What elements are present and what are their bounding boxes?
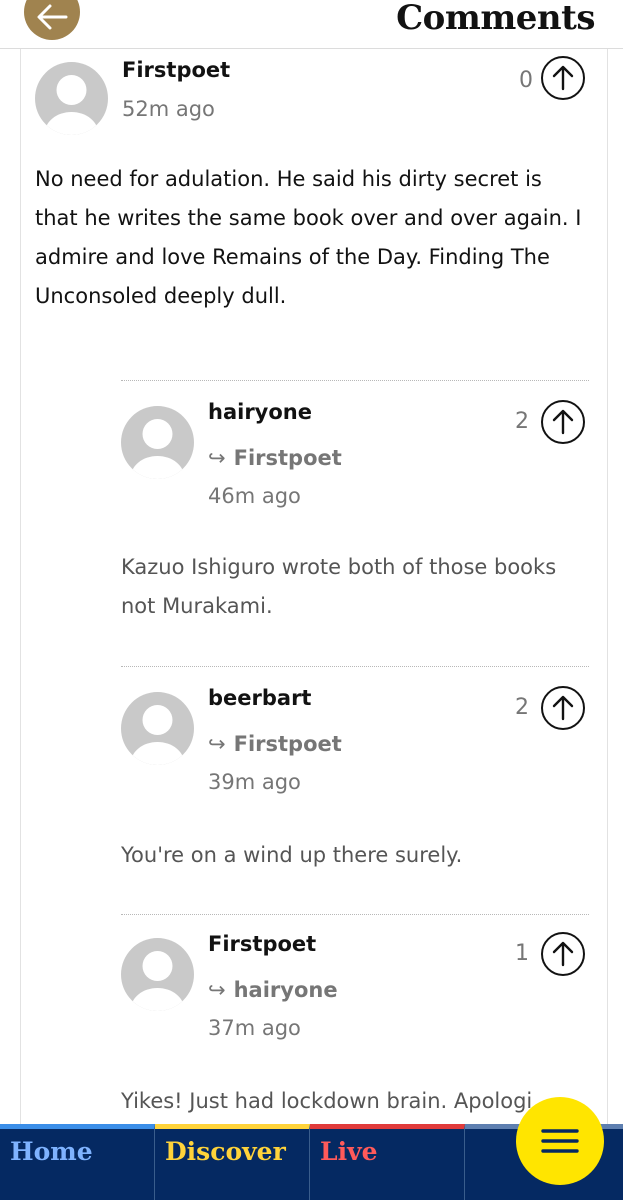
reply-to-name: Firstpoet xyxy=(233,732,342,756)
comment-divider xyxy=(121,380,589,381)
comment-divider xyxy=(121,914,589,915)
comment-timestamp[interactable]: 52m ago xyxy=(122,97,215,121)
comment-author[interactable]: Firstpoet xyxy=(208,932,316,956)
nav-discover[interactable]: Discover xyxy=(155,1124,310,1200)
recommend-button[interactable] xyxy=(541,400,585,444)
comment-body: You're on a wind up there surely. xyxy=(121,843,463,867)
reply-arrow-icon: ↪ xyxy=(208,446,226,470)
back-button[interactable] xyxy=(24,0,80,40)
recommend-button[interactable] xyxy=(541,686,585,730)
comment-timestamp[interactable]: 37m ago xyxy=(208,1016,301,1040)
comment-body: Yikes! Just had lockdown brain. Apologi xyxy=(121,1089,533,1113)
user-silhouette-icon xyxy=(130,419,185,479)
comment-body: Kazuo Ishiguro wrote both of those books… xyxy=(121,555,557,618)
top-bar: Comments xyxy=(0,0,623,49)
avatar[interactable] xyxy=(121,938,194,1011)
avatar[interactable] xyxy=(121,406,194,479)
page-title: Comments xyxy=(396,0,595,38)
recommend-count: 2 xyxy=(515,695,529,720)
arrow-up-icon xyxy=(552,941,574,967)
reply-to-name: Firstpoet xyxy=(233,446,342,470)
recommend-button[interactable] xyxy=(541,56,585,100)
hamburger-menu-icon xyxy=(541,1129,579,1153)
arrow-up-icon xyxy=(552,65,574,91)
comment-body: No need for adulation. He said his dirty… xyxy=(35,167,582,308)
reply-to-name: hairyone xyxy=(233,978,338,1002)
arrow-up-icon xyxy=(552,409,574,435)
arrow-up-icon xyxy=(552,695,574,721)
avatar[interactable] xyxy=(35,62,108,135)
reply-to-link[interactable]: ↪ hairyone xyxy=(208,978,338,1002)
comment-divider xyxy=(121,666,589,667)
avatar[interactable] xyxy=(121,692,194,765)
nav-live[interactable]: Live xyxy=(310,1124,465,1200)
user-silhouette-icon xyxy=(130,705,185,765)
menu-button[interactable] xyxy=(516,1097,604,1185)
comment-author[interactable]: hairyone xyxy=(208,400,312,424)
reply-to-link[interactable]: ↪ Firstpoet xyxy=(208,446,342,470)
comments-thread[interactable]: Firstpoet 52m ago 0 No need for adulatio… xyxy=(20,48,608,1124)
nav-home[interactable]: Home xyxy=(0,1124,155,1200)
comment-author[interactable]: beerbart xyxy=(208,686,311,710)
recommend-count: 2 xyxy=(515,409,529,434)
comment-timestamp[interactable]: 46m ago xyxy=(208,484,301,508)
comment-timestamp[interactable]: 39m ago xyxy=(208,770,301,794)
reply-arrow-icon: ↪ xyxy=(208,978,226,1002)
recommend-button[interactable] xyxy=(541,932,585,976)
user-silhouette-icon xyxy=(130,951,185,1011)
recommend-count: 1 xyxy=(515,941,529,966)
comment-author[interactable]: Firstpoet xyxy=(122,58,230,82)
reply-arrow-icon: ↪ xyxy=(208,732,226,756)
arrow-left-icon xyxy=(37,4,68,30)
recommend-count: 0 xyxy=(519,68,533,93)
user-silhouette-icon xyxy=(44,75,99,135)
reply-to-link[interactable]: ↪ Firstpoet xyxy=(208,732,342,756)
